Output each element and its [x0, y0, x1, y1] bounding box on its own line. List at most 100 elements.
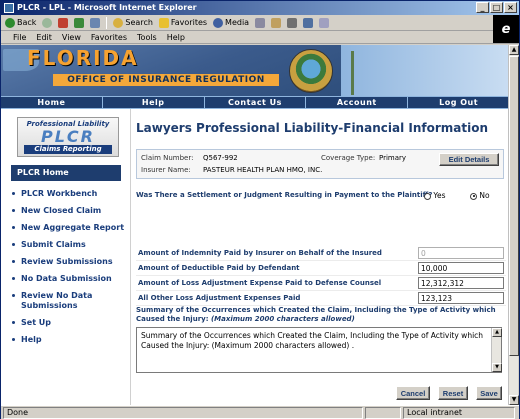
favorites-button[interactable]: Favorites	[158, 17, 207, 28]
nav-home[interactable]: Home	[1, 97, 103, 108]
star-icon	[158, 17, 169, 28]
other-expenses-input[interactable]: 123,123	[418, 292, 504, 304]
menu-view[interactable]: View	[62, 31, 81, 43]
refresh-icon[interactable]	[74, 17, 85, 28]
claim-number-label: Claim Number:	[141, 154, 194, 162]
nav-log-out[interactable]: Log Out	[408, 97, 509, 108]
search-button[interactable]: Search	[113, 17, 153, 28]
banner-subtitle: OFFICE OF INSURANCE REGULATION	[53, 74, 279, 86]
sidebar-item-submit-claims[interactable]: Submit Claims	[11, 240, 129, 250]
nav-account[interactable]: Account	[306, 97, 409, 108]
edit-details-button[interactable]: Edit Details	[439, 153, 499, 166]
menu-edit[interactable]: Edit	[36, 31, 52, 43]
indemnity-label: Amount of Indemnity Paid by Insurer on B…	[138, 249, 382, 257]
sidebar: Professional Liability PLCR Claims Repor…	[1, 109, 131, 405]
other-expenses-row: All Other Loss Adjustment Expenses Paid …	[136, 292, 506, 306]
edit-icon[interactable]	[303, 17, 314, 28]
insurer-name-value: PASTEUR HEALTH PLAN HMO, INC.	[203, 166, 323, 174]
home-icon[interactable]	[90, 17, 101, 28]
history-icon[interactable]	[255, 17, 266, 28]
browser-window: PLCR - LPL - Microsoft Internet Explorer…	[0, 0, 520, 419]
window-title: PLCR - LPL - Microsoft Internet Explorer	[17, 3, 197, 12]
menu-tools[interactable]: Tools	[137, 31, 157, 43]
settlement-yes-label: Yes	[433, 191, 446, 200]
plcr-logo[interactable]: Professional Liability PLCR Claims Repor…	[17, 117, 119, 157]
browser-toolbar: Back Search Favorites Media	[1, 15, 519, 31]
media-button[interactable]: Media	[213, 17, 249, 28]
ie-page-icon	[4, 3, 14, 13]
sidebar-item-review-submissions[interactable]: Review Submissions	[11, 257, 129, 267]
mail-icon[interactable]	[271, 17, 282, 28]
sidebar-item-set-up[interactable]: Set Up	[11, 318, 129, 328]
page-scroll-up-icon[interactable]: ▲	[509, 45, 519, 55]
deductible-input[interactable]: 10,000	[418, 262, 504, 274]
banner-title: FLORIDA	[27, 46, 139, 70]
nav-contact-us[interactable]: Contact Us	[205, 97, 307, 108]
menu-help[interactable]: Help	[167, 31, 185, 43]
back-arrow-icon	[5, 17, 15, 28]
title-bar: PLCR - LPL - Microsoft Internet Explorer…	[1, 1, 519, 15]
maximize-button[interactable]: □	[490, 2, 503, 13]
summary-label: Summary of the Occurrences which Created…	[136, 306, 496, 323]
insurer-name-label: Insurer Name:	[141, 166, 191, 174]
menu-favorites[interactable]: Favorites	[91, 31, 127, 43]
sidebar-item-no-data-submission[interactable]: No Data Submission	[11, 274, 129, 284]
status-bar: Done Local intranet	[1, 405, 519, 419]
deductible-label: Amount of Deductible Paid by Defendant	[138, 264, 300, 272]
page-scrollbar[interactable]: ▲ ▼	[508, 45, 519, 405]
settlement-no-radio[interactable]	[470, 192, 477, 200]
settlement-yes-radio[interactable]	[424, 192, 431, 200]
coverage-type-value: Primary	[379, 154, 407, 162]
indemnity-input[interactable]: 0	[418, 247, 504, 259]
defense-counsel-label: Amount of Loss Adjustment Expense Paid t…	[138, 279, 382, 287]
scroll-down-arrow-icon[interactable]: ▼	[492, 363, 502, 372]
security-zone-text: Local intranet	[407, 408, 463, 417]
summary-scrollbar[interactable]: ▲ ▼	[491, 328, 502, 372]
page-scroll-thumb[interactable]	[509, 56, 519, 356]
sidebar-item-review-no-data-submissions[interactable]: Review No Data Submissions	[11, 291, 129, 311]
summary-hint: (Maximum 2000 characters allowed)	[210, 315, 355, 323]
stop-icon[interactable]	[58, 17, 69, 28]
main-nav: Home Help Contact Us Account Log Out	[1, 96, 509, 109]
site-banner: FLORIDA OFFICE OF INSURANCE REGULATION	[1, 45, 509, 96]
page-scroll-down-icon[interactable]: ▼	[509, 395, 519, 405]
sidebar-item-new-closed-claim[interactable]: New Closed Claim	[11, 206, 129, 216]
summary-text: Summary of the Occurrences which Created…	[141, 331, 484, 350]
menu-bar: File Edit View Favorites Tools Help	[1, 31, 519, 44]
deductible-row: Amount of Deductible Paid by Defendant 1…	[136, 262, 506, 276]
sidebar-item-help[interactable]: Help	[11, 335, 129, 345]
back-button[interactable]: Back	[5, 17, 36, 28]
main-content: Lawyers Professional Liability-Financial…	[132, 109, 509, 405]
sidebar-item-new-aggregate-report[interactable]: New Aggregate Report	[11, 223, 129, 233]
reset-button[interactable]: Reset	[438, 386, 468, 400]
close-button[interactable]: ×	[504, 2, 517, 13]
page-viewport: FLORIDA OFFICE OF INSURANCE REGULATION H…	[1, 45, 509, 405]
settlement-question: Was There a Settlement or Judgment Resul…	[136, 191, 433, 199]
forward-arrow-icon	[42, 17, 53, 28]
forward-button[interactable]	[42, 17, 53, 28]
claim-summary-box: Claim Number: Q567-992 Coverage Type: Pr…	[136, 149, 504, 179]
defense-counsel-row: Amount of Loss Adjustment Expense Paid t…	[136, 277, 506, 291]
nav-help[interactable]: Help	[103, 97, 205, 108]
search-icon	[113, 17, 124, 28]
minimize-button[interactable]: _	[476, 2, 489, 13]
status-text: Done	[7, 408, 29, 417]
claim-number-value: Q567-992	[203, 154, 238, 162]
palm-tree-graphic	[351, 51, 391, 95]
sidebar-home-header[interactable]: PLCR Home	[11, 165, 121, 181]
state-seal-icon	[289, 49, 333, 93]
sidebar-item-workbench[interactable]: PLCR Workbench	[11, 189, 129, 199]
other-expenses-label: All Other Loss Adjustment Expenses Paid	[138, 294, 301, 302]
summary-textarea[interactable]: Summary of the Occurrences which Created…	[136, 327, 502, 373]
print-icon[interactable]	[287, 17, 298, 28]
menu-file[interactable]: File	[13, 31, 26, 43]
save-button[interactable]: Save	[476, 386, 502, 400]
cancel-button[interactable]: Cancel	[396, 386, 430, 400]
indemnity-row: Amount of Indemnity Paid by Insurer on B…	[136, 247, 506, 261]
toolbar-separator	[106, 16, 108, 29]
discuss-icon[interactable]	[319, 17, 330, 28]
defense-counsel-input[interactable]: 12,312,312	[418, 277, 504, 289]
scroll-up-arrow-icon[interactable]: ▲	[492, 328, 502, 337]
page-title: Lawyers Professional Liability-Financial…	[136, 121, 488, 135]
coverage-type-label: Coverage Type:	[321, 154, 376, 162]
